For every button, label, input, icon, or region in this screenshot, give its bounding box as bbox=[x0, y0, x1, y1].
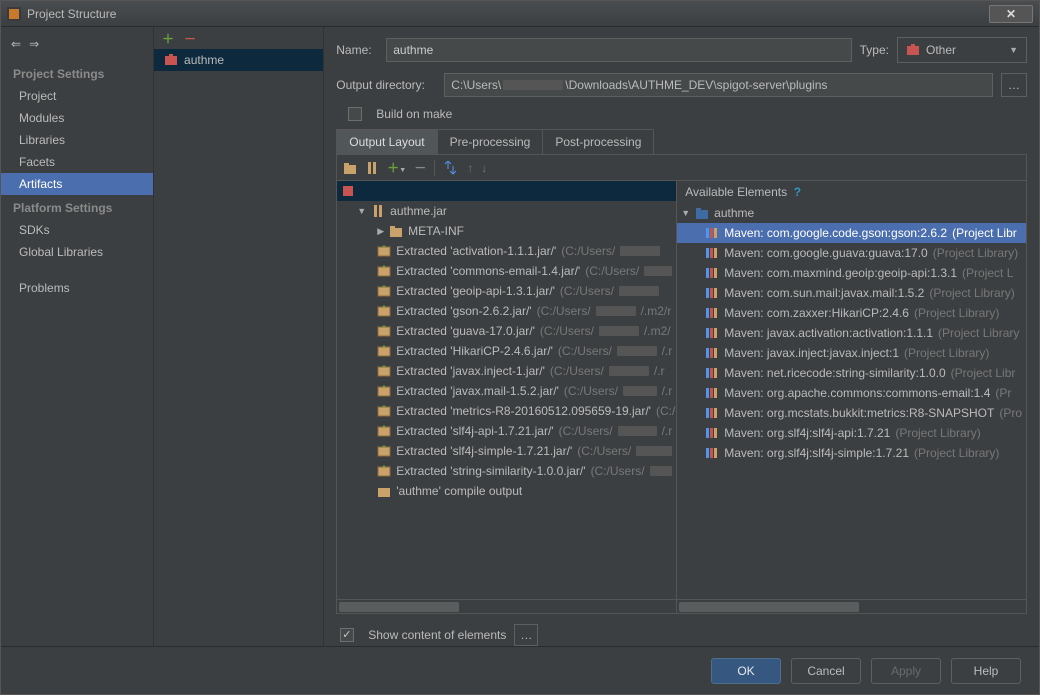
app-icon bbox=[7, 7, 21, 21]
tab-output-layout[interactable]: Output Layout bbox=[337, 130, 437, 154]
show-content-checkbox[interactable] bbox=[340, 628, 354, 642]
available-library-row[interactable]: Maven: org.slf4j:slf4j-simple:1.7.21 (Pr… bbox=[677, 443, 1026, 463]
window-title: Project Structure bbox=[27, 7, 116, 21]
available-library-row[interactable]: Maven: com.zaxxer:HikariCP:2.4.6 (Projec… bbox=[677, 303, 1026, 323]
available-library-row[interactable]: Maven: javax.activation:activation:1.1.1… bbox=[677, 323, 1026, 343]
tree-extracted-row[interactable]: Extracted 'guava-17.0.jar/' (C:/Users//.… bbox=[337, 321, 676, 341]
artifact-list-item[interactable]: authme bbox=[154, 49, 323, 71]
remove-artifact-icon[interactable]: － bbox=[184, 30, 196, 47]
available-library-row[interactable]: Maven: com.sun.mail:javax.mail:1.5.2 (Pr… bbox=[677, 283, 1026, 303]
output-layout-panel: ＋ － ↑ ↓ authme.jarMETA-INFExtracted 'act… bbox=[336, 154, 1027, 614]
artifact-tabs: Output Layout Pre-processing Post-proces… bbox=[336, 129, 654, 154]
artifact-type-icon bbox=[906, 43, 920, 57]
sidebar-item-artifacts[interactable]: Artifacts bbox=[1, 173, 153, 195]
available-library-row[interactable]: Maven: net.ricecode:string-similarity:1.… bbox=[677, 363, 1026, 383]
remove-element-icon[interactable]: － bbox=[414, 159, 426, 176]
name-label: Name: bbox=[336, 43, 378, 57]
nav-forward-icon[interactable]: ⇒ bbox=[29, 37, 39, 51]
available-library-row[interactable]: Maven: com.maxmind.geoip:geoip-api:1.3.1… bbox=[677, 263, 1026, 283]
output-dir-label: Output directory: bbox=[336, 78, 436, 92]
artifact-type-select[interactable]: Other bbox=[897, 37, 1027, 63]
new-archive-icon[interactable] bbox=[365, 161, 379, 175]
sidebar-item-facets[interactable]: Facets bbox=[1, 151, 153, 173]
move-up-icon[interactable]: ↑ bbox=[467, 161, 473, 175]
artifact-name: authme bbox=[184, 53, 224, 67]
tree-hscroll[interactable] bbox=[337, 599, 676, 613]
add-artifact-icon[interactable]: ＋ bbox=[162, 30, 174, 47]
output-tree[interactable]: authme.jarMETA-INFExtracted 'activation-… bbox=[337, 181, 677, 613]
output-dir-input[interactable]: C:\Users\\Downloads\AUTHME_DEV\spigot-se… bbox=[444, 73, 993, 97]
tree-jar-row[interactable]: authme.jar bbox=[337, 201, 676, 221]
sidebar-section-project-settings: Project Settings bbox=[1, 61, 153, 85]
available-elements-panel[interactable]: Available Elements ? authme Maven: com.g… bbox=[677, 181, 1026, 613]
available-library-row[interactable]: Maven: org.mcstats.bukkit:metrics:R8-SNA… bbox=[677, 403, 1026, 423]
sidebar-item-modules[interactable]: Modules bbox=[1, 107, 153, 129]
build-on-make-label: Build on make bbox=[376, 107, 452, 121]
tab-pre-processing[interactable]: Pre-processing bbox=[438, 130, 544, 154]
avail-hscroll[interactable] bbox=[677, 599, 1026, 613]
sort-icon[interactable] bbox=[443, 161, 459, 175]
tree-extracted-row[interactable]: Extracted 'geoip-api-1.3.1.jar/' (C:/Use… bbox=[337, 281, 676, 301]
available-library-row[interactable]: Maven: org.apache.commons:commons-email:… bbox=[677, 383, 1026, 403]
sidebar-item-sdks[interactable]: SDKs bbox=[1, 219, 153, 241]
show-content-options-button[interactable]: … bbox=[514, 624, 538, 646]
sidebar-item-global-libraries[interactable]: Global Libraries bbox=[1, 241, 153, 263]
sidebar-item-project[interactable]: Project bbox=[1, 85, 153, 107]
tree-extracted-row[interactable]: Extracted 'string-similarity-1.0.0.jar/'… bbox=[337, 461, 676, 481]
available-library-row[interactable]: Maven: com.google.guava:guava:17.0 (Proj… bbox=[677, 243, 1026, 263]
sidebar-section-platform-settings: Platform Settings bbox=[1, 195, 153, 219]
tree-extracted-row[interactable]: Extracted 'commons-email-1.4.jar/' (C:/U… bbox=[337, 261, 676, 281]
help-icon[interactable]: ? bbox=[794, 185, 801, 199]
available-module-row[interactable]: authme bbox=[677, 203, 1026, 223]
sidebar-item-problems[interactable]: Problems bbox=[1, 277, 153, 299]
project-structure-window: Project Structure ✕ ⇐ ⇒ Project Settings… bbox=[0, 0, 1040, 695]
artifact-editor: Name: Type: Other Output directory: C:\U… bbox=[324, 27, 1039, 646]
titlebar[interactable]: Project Structure ✕ bbox=[1, 1, 1039, 27]
browse-output-dir-button[interactable]: … bbox=[1001, 73, 1027, 97]
settings-sidebar: ⇐ ⇒ Project Settings Project Modules Lib… bbox=[1, 27, 154, 646]
show-content-label: Show content of elements bbox=[368, 628, 506, 642]
chevron-down-icon bbox=[1009, 45, 1018, 55]
expand-icon[interactable] bbox=[681, 208, 690, 218]
tree-extracted-row[interactable]: Extracted 'javax.inject-1.jar/' (C:/User… bbox=[337, 361, 676, 381]
nav-back-icon[interactable]: ⇐ bbox=[11, 37, 21, 51]
available-library-row[interactable]: Maven: com.google.code.gson:gson:2.6.2 (… bbox=[677, 223, 1026, 243]
tree-extracted-row[interactable]: Extracted 'javax.mail-1.5.2.jar/' (C:/Us… bbox=[337, 381, 676, 401]
tree-extracted-row[interactable]: Extracted 'slf4j-api-1.7.21.jar/' (C:/Us… bbox=[337, 421, 676, 441]
artifact-name-input[interactable] bbox=[386, 38, 851, 62]
available-elements-title: Available Elements bbox=[685, 185, 787, 199]
apply-button[interactable]: Apply bbox=[871, 658, 941, 684]
tree-output-root[interactable] bbox=[337, 181, 676, 201]
add-element-icon[interactable]: ＋ bbox=[387, 159, 406, 176]
ok-button[interactable]: OK bbox=[711, 658, 781, 684]
tree-extracted-row[interactable]: Extracted 'activation-1.1.1.jar/' (C:/Us… bbox=[337, 241, 676, 261]
tree-extracted-row[interactable]: Extracted 'slf4j-simple-1.7.21.jar/' (C:… bbox=[337, 441, 676, 461]
new-folder-icon[interactable] bbox=[343, 161, 357, 175]
tree-extracted-row[interactable]: Extracted 'metrics-R8-20160512.095659-19… bbox=[337, 401, 676, 421]
dialog-footer: OK Cancel Apply Help bbox=[1, 646, 1039, 694]
tree-extracted-row[interactable]: Extracted 'gson-2.6.2.jar/' (C:/Users//.… bbox=[337, 301, 676, 321]
sidebar-item-libraries[interactable]: Libraries bbox=[1, 129, 153, 151]
module-icon bbox=[695, 206, 709, 220]
available-library-row[interactable]: Maven: javax.inject:javax.inject:1 (Proj… bbox=[677, 343, 1026, 363]
artifacts-list-panel: ＋ － authme bbox=[154, 27, 324, 646]
close-button[interactable]: ✕ bbox=[989, 5, 1033, 23]
artifact-icon bbox=[164, 53, 178, 67]
build-on-make-checkbox[interactable] bbox=[348, 107, 362, 121]
tab-post-processing[interactable]: Post-processing bbox=[543, 130, 653, 154]
move-down-icon[interactable]: ↓ bbox=[481, 161, 487, 175]
type-label: Type: bbox=[860, 43, 889, 57]
tree-metainf-row[interactable]: META-INF bbox=[337, 221, 676, 241]
help-button[interactable]: Help bbox=[951, 658, 1021, 684]
available-library-row[interactable]: Maven: org.slf4j:slf4j-api:1.7.21 (Proje… bbox=[677, 423, 1026, 443]
tree-compile-output-row[interactable]: 'authme' compile output bbox=[337, 481, 676, 501]
cancel-button[interactable]: Cancel bbox=[791, 658, 861, 684]
tree-extracted-row[interactable]: Extracted 'HikariCP-2.4.6.jar/' (C:/User… bbox=[337, 341, 676, 361]
